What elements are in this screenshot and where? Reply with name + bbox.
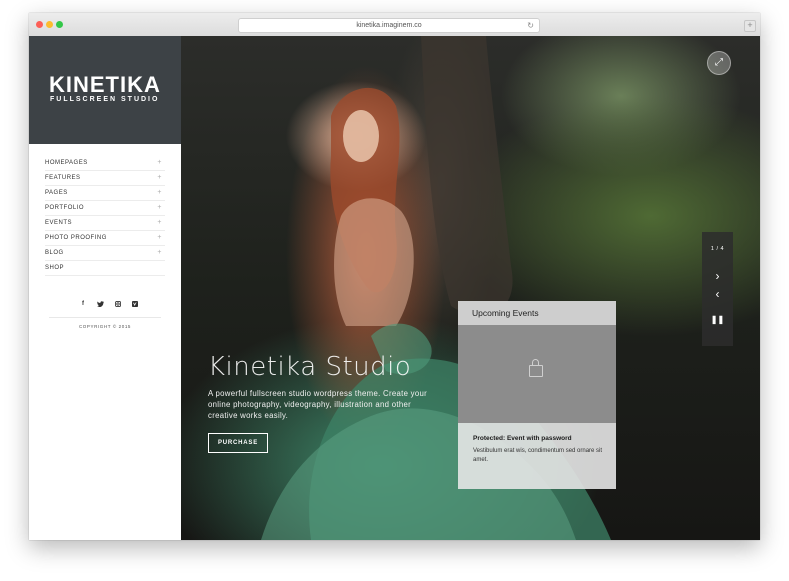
menu-item-blog[interactable]: BLOG + (45, 246, 165, 261)
menu-item-shop[interactable]: SHOP (45, 261, 165, 276)
menu-item-label: BLOG (45, 250, 64, 256)
menu-item-features[interactable]: FEATURES + (45, 171, 165, 186)
browser-toolbar: kinetika.imaginem.co ↻ + (29, 13, 760, 37)
copyright-text: COPYRIGHT © 2015 (78, 324, 132, 329)
upcoming-events-widget: Upcoming Events Protected: Event with pa… (458, 301, 616, 489)
event-title[interactable]: Protected: Event with password (473, 435, 572, 442)
sidebar-divider (49, 317, 161, 318)
minimize-window-button[interactable] (46, 21, 53, 28)
chevron-left-icon[interactable]: ‹ (702, 287, 733, 301)
hero-slideshow[interactable]: ⤢ Kinetika Studio A powerful fullscreen … (181, 36, 760, 540)
logo[interactable]: KINETIKA FULLSCREEN STUDIO (29, 36, 181, 144)
hero-title: Kinetika Studio (208, 352, 412, 382)
reload-icon[interactable]: ↻ (527, 19, 534, 32)
menu-item-label: PORTFOLIO (45, 205, 85, 211)
chevron-right-icon[interactable]: › (702, 269, 733, 283)
facebook-icon[interactable]: f (79, 301, 87, 309)
menu-item-label: PHOTO PROOFING (45, 235, 107, 241)
slider-controls: 1 / 4 › ‹ ❚❚ (702, 232, 733, 346)
close-window-button[interactable] (36, 21, 43, 28)
event-thumbnail[interactable] (458, 325, 616, 423)
menu-item-homepages[interactable]: HOMEPAGES + (45, 156, 165, 171)
event-excerpt: Vestibulum erat wis, condimentum sed orn… (473, 448, 603, 463)
hero-description: A powerful fullscreen studio wordpress t… (208, 389, 428, 420)
new-tab-icon[interactable]: + (744, 20, 756, 32)
social-links: f (79, 301, 139, 309)
maximize-window-button[interactable] (56, 21, 63, 28)
menu-item-photo-proofing[interactable]: PHOTO PROOFING + (45, 231, 165, 246)
menu-item-pages[interactable]: PAGES + (45, 186, 165, 201)
menu-item-events[interactable]: EVENTS + (45, 216, 165, 231)
events-heading: Upcoming Events (458, 301, 616, 325)
browser-window: kinetika.imaginem.co ↻ + KINETIKA FULLSC… (29, 13, 760, 540)
plus-icon[interactable]: + (157, 216, 162, 230)
address-bar[interactable]: kinetika.imaginem.co ↻ (238, 18, 540, 33)
url-text: kinetika.imaginem.co (356, 22, 422, 29)
slide-counter: 1 / 4 (710, 246, 725, 252)
plus-icon[interactable]: + (157, 231, 162, 245)
lock-icon (529, 359, 543, 377)
main-menu: HOMEPAGES + FEATURES + PAGES + PORTFOLIO… (45, 156, 165, 276)
plus-icon[interactable]: + (157, 171, 162, 185)
instagram-icon[interactable] (114, 301, 122, 309)
plus-icon[interactable]: + (157, 186, 162, 200)
menu-item-portfolio[interactable]: PORTFOLIO + (45, 201, 165, 216)
menu-item-label: FEATURES (45, 175, 81, 181)
logo-title: KINETIKA (49, 72, 161, 97)
plus-icon[interactable]: + (157, 201, 162, 215)
menu-item-label: EVENTS (45, 220, 73, 226)
menu-item-label: HOMEPAGES (45, 160, 88, 166)
plus-icon[interactable]: + (157, 246, 162, 260)
sidebar: KINETIKA FULLSCREEN STUDIO HOMEPAGES + F… (29, 36, 181, 540)
plus-icon[interactable]: + (157, 156, 162, 170)
pause-icon[interactable]: ❚❚ (702, 315, 733, 324)
twitter-icon[interactable] (96, 301, 104, 309)
purchase-button[interactable]: PURCHASE (208, 433, 268, 453)
menu-item-label: PAGES (45, 190, 68, 196)
menu-item-label: SHOP (45, 265, 65, 271)
vimeo-icon[interactable] (131, 301, 139, 309)
logo-subtitle: FULLSCREEN STUDIO (50, 96, 160, 103)
fullscreen-toggle-icon[interactable]: ⤢ (707, 51, 731, 75)
